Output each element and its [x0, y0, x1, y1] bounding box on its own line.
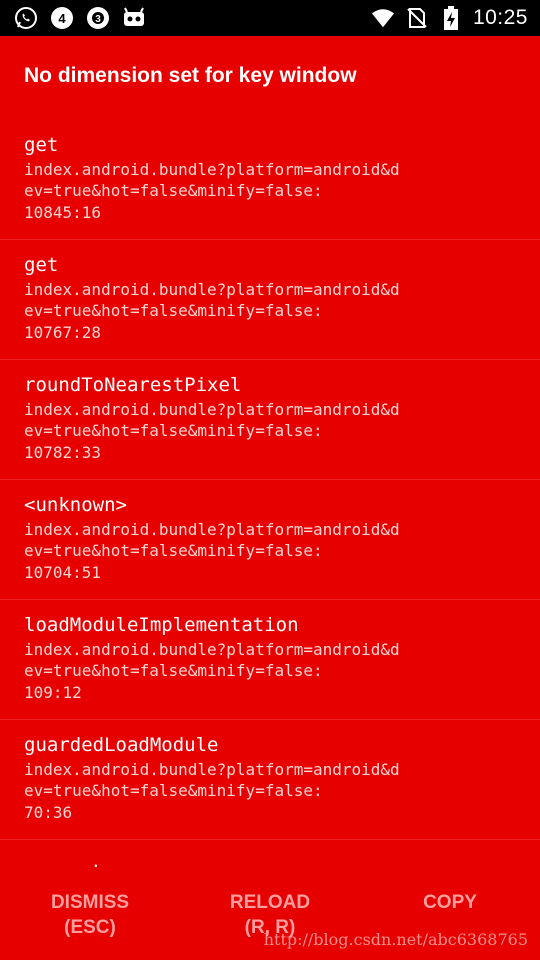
stack-trace: get index.android.bundle?platform=androi…: [0, 120, 540, 840]
dismiss-shortcut: (ESC): [64, 917, 116, 938]
frame-function: roundToNearestPixel: [24, 374, 242, 396]
notification-4-badge: 4: [58, 11, 66, 26]
android-bot-icon: [122, 6, 146, 30]
wifi-icon: [371, 6, 395, 30]
frame-function: loadModuleImplementation: [24, 614, 299, 636]
frame-line: 10782:33: [24, 443, 102, 462]
reload-label: RELOAD: [229, 892, 311, 913]
no-sim-icon: [405, 6, 429, 30]
frame-line: 10845:16: [24, 203, 102, 222]
battery-charging-icon: [439, 6, 463, 30]
notification-4-icon: 4: [50, 6, 74, 30]
frame-location: index.android.bundle?platform=android&de…: [24, 640, 400, 680]
whatsapp-icon: [14, 6, 38, 30]
frame-location: index.android.bundle?platform=android&de…: [24, 280, 400, 320]
partial-frame-text: .: [91, 852, 101, 871]
frame-line: 10767:28: [24, 323, 102, 342]
status-time: 10:25: [472, 6, 528, 29]
error-title: No dimension set for key window: [24, 64, 357, 87]
stack-frame[interactable]: loadModuleImplementation index.android.b…: [0, 600, 540, 720]
stack-frame[interactable]: guardedLoadModule index.android.bundle?p…: [0, 720, 540, 840]
stack-frame[interactable]: get index.android.bundle?platform=androi…: [0, 120, 540, 240]
frame-line: 70:36: [24, 803, 73, 822]
frame-function: guardedLoadModule: [24, 734, 219, 756]
frame-function: <unknown>: [24, 494, 127, 516]
notification-3-icon: 3: [86, 6, 110, 30]
copy-label: COPY: [423, 892, 477, 913]
dismiss-button[interactable]: DISMISS (ESC): [0, 880, 180, 960]
stack-frame[interactable]: <unknown> index.android.bundle?platform=…: [0, 480, 540, 600]
frame-location: index.android.bundle?platform=android&de…: [24, 520, 400, 560]
frame-location: index.android.bundle?platform=android&de…: [24, 760, 400, 800]
frame-line: 10704:51: [24, 563, 102, 582]
watermark: http://blog.csdn.net/abc6368765: [263, 930, 528, 949]
notification-3-badge: 3: [95, 14, 101, 25]
frame-location: index.android.bundle?platform=android&de…: [24, 400, 400, 440]
frame-line: 109:12: [24, 683, 82, 702]
frame-location: index.android.bundle?platform=android&de…: [24, 160, 400, 200]
status-bar: 4 3 10:25: [0, 0, 540, 36]
stack-frame[interactable]: roundToNearestPixel index.android.bundle…: [0, 360, 540, 480]
frame-function: get: [24, 254, 59, 276]
dismiss-label: DISMISS: [50, 892, 130, 913]
frame-function: get: [24, 134, 59, 156]
stack-frame[interactable]: get index.android.bundle?platform=androi…: [0, 240, 540, 360]
